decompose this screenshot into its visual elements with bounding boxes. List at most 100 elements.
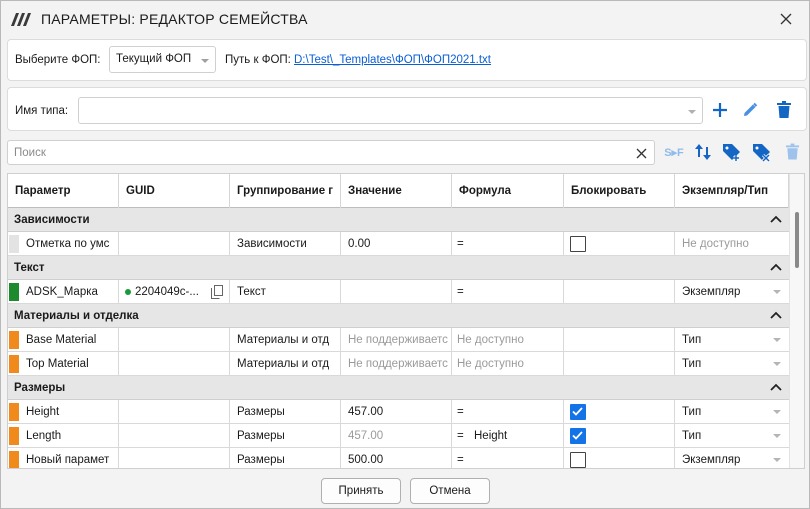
table-row[interactable]: Length Размеры 457.00 = Height Тип [8, 424, 789, 448]
guid-cell[interactable] [119, 448, 230, 468]
value-cell[interactable]: 500.00 [341, 448, 452, 468]
column-header-guid[interactable]: GUID [119, 174, 230, 208]
lock-checkbox[interactable] [570, 428, 586, 444]
lock-cell[interactable] [564, 232, 675, 256]
instance-type-cell[interactable]: Экземпляр [675, 448, 789, 468]
table-row[interactable]: Top Material Материалы и отд Не поддержива… [8, 352, 789, 376]
lock-cell[interactable] [564, 352, 675, 376]
group-cell[interactable]: Материалы и отд [230, 328, 341, 352]
value-cell[interactable]: Не поддерживаетс [341, 352, 452, 376]
chevron-up-icon[interactable] [769, 212, 783, 226]
lock-checkbox[interactable] [570, 236, 586, 252]
parameter-cell[interactable]: Length [8, 424, 119, 448]
fop-path-link[interactable]: D:\Test\_Templates\ФОП\ФОП2021.txt [294, 54, 491, 66]
group-cell[interactable]: Размеры [230, 448, 341, 468]
guid-cell[interactable] [119, 352, 230, 376]
scrollbar-thumb[interactable] [795, 212, 799, 268]
clear-search-button[interactable] [633, 145, 649, 161]
copy-icon[interactable] [211, 285, 223, 299]
value-cell[interactable]: 457.00 [341, 424, 452, 448]
instance-type-cell[interactable]: Экземпляр [675, 280, 789, 304]
type-name-combo[interactable] [78, 97, 703, 124]
group-header[interactable]: Текст [8, 256, 789, 280]
value-cell[interactable]: Не поддерживаетс [341, 328, 452, 352]
instance-type-cell[interactable]: Тип [675, 424, 789, 448]
parameter-cell[interactable]: Отметка по умс [8, 232, 119, 256]
lock-cell[interactable] [564, 400, 675, 424]
formula-cell[interactable]: = [452, 400, 564, 424]
guid-cell[interactable] [119, 400, 230, 424]
lock-cell[interactable] [564, 424, 675, 448]
parameter-name: ADSK_Марка [26, 286, 98, 298]
search-input[interactable] [14, 145, 634, 161]
formula-cell[interactable]: Не доступно [452, 328, 564, 352]
column-header-instance-type[interactable]: Экземпляр/Тип [675, 174, 789, 208]
instance-type-cell[interactable]: Тип [675, 400, 789, 424]
value-cell[interactable]: 0.00 [341, 232, 452, 256]
lock-cell[interactable] [564, 448, 675, 468]
formula-cell[interactable]: = [452, 232, 564, 256]
parameter-cell[interactable]: Top Material [8, 352, 119, 376]
guid-cell[interactable]: 2204049c-... [119, 280, 230, 304]
parameter-cell[interactable]: ADSK_Марка [8, 280, 119, 304]
group-cell[interactable]: Зависимости [230, 232, 341, 256]
table-row[interactable]: Новый парамет Размеры 500.00 = Экземпляр [8, 448, 789, 468]
table-row[interactable]: Base Material Материалы и отд Не поддержив… [8, 328, 789, 352]
accept-button[interactable]: Принять [321, 478, 401, 504]
group-cell[interactable]: Размеры [230, 424, 341, 448]
chevron-up-icon[interactable] [769, 380, 783, 394]
formula-cell[interactable]: = [452, 280, 564, 304]
table-row[interactable]: Height Размеры 457.00 = Тип [8, 400, 789, 424]
parameter-type-marker [9, 355, 19, 373]
group-cell[interactable]: Размеры [230, 400, 341, 424]
formula-cell[interactable]: = [452, 448, 564, 468]
column-header-value[interactable]: Значение [341, 174, 452, 208]
close-button[interactable] [773, 7, 799, 31]
add-type-button[interactable] [708, 98, 732, 122]
add-tag-button[interactable] [720, 140, 744, 164]
lock-cell[interactable] [564, 328, 675, 352]
group-cell[interactable]: Материалы и отд [230, 352, 341, 376]
instance-type-cell[interactable]: Тип [675, 328, 789, 352]
guid-cell[interactable] [119, 328, 230, 352]
group-header[interactable]: Размеры [8, 376, 789, 400]
cancel-button[interactable]: Отмена [410, 478, 490, 504]
guid-cell[interactable] [119, 232, 230, 256]
parameter-cell[interactable]: Height [8, 400, 119, 424]
remove-tag-button[interactable] [750, 140, 774, 164]
table-row[interactable]: ADSK_Марка 2204049c-... Текст = Экземпляр [8, 280, 789, 304]
chevron-up-icon[interactable] [769, 260, 783, 274]
lock-cell[interactable] [564, 280, 675, 304]
guid-cell[interactable] [119, 424, 230, 448]
formula-cell[interactable]: Не доступно [452, 352, 564, 376]
delete-parameter-button[interactable] [780, 140, 804, 164]
chevron-down-icon [773, 290, 781, 294]
column-header-group[interactable]: Группирование г [230, 174, 341, 208]
delete-type-button[interactable] [772, 98, 796, 122]
instance-type-cell[interactable]: Не доступно [675, 232, 789, 256]
shared-to-family-button[interactable]: S▸F [661, 140, 687, 164]
instance-type-cell[interactable]: Тип [675, 352, 789, 376]
value-cell[interactable] [341, 280, 452, 304]
parameter-cell[interactable]: Новый парамет [8, 448, 119, 468]
group-name: Текст [14, 262, 45, 274]
search-box[interactable] [7, 140, 655, 165]
formula-cell[interactable]: = Height [452, 424, 564, 448]
sort-button[interactable] [691, 140, 715, 164]
column-header-lock[interactable]: Блокировать [564, 174, 675, 208]
lock-checkbox[interactable] [570, 404, 586, 420]
value-cell[interactable]: 457.00 [341, 400, 452, 424]
table-row[interactable]: Отметка по умс Зависимости 0.00 = Не доступн… [8, 232, 789, 256]
column-header-parameter[interactable]: Параметр [8, 174, 119, 208]
lock-checkbox[interactable] [570, 452, 586, 468]
rename-type-button[interactable] [738, 98, 762, 122]
fop-select[interactable]: Текущий ФОП [109, 46, 216, 73]
group-header[interactable]: Материалы и отделка [8, 304, 789, 328]
group-header[interactable]: Зависимости [8, 208, 789, 232]
chevron-up-icon[interactable] [769, 308, 783, 322]
group-cell[interactable]: Текст [230, 280, 341, 304]
vertical-scrollbar[interactable] [789, 174, 804, 468]
parameter-cell[interactable]: Base Material [8, 328, 119, 352]
column-header-formula[interactable]: Формула [452, 174, 564, 208]
tag-add-icon [723, 144, 740, 161]
